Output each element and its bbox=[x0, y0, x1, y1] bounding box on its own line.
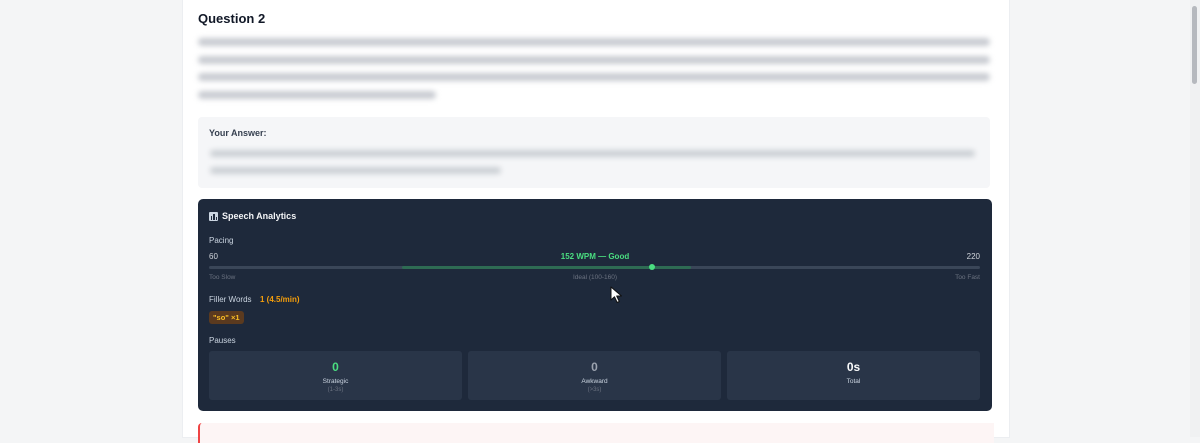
filler-words-count: 1 (4.5/min) bbox=[260, 295, 300, 304]
speech-analytics-title-text: Speech Analytics bbox=[222, 211, 297, 221]
pause-total-label: Total bbox=[846, 378, 861, 385]
question-title: Question 2 bbox=[198, 11, 266, 26]
scrollbar-thumb[interactable] bbox=[1192, 6, 1197, 84]
bar-chart-icon bbox=[209, 211, 218, 221]
pause-awkward-label: Awkward bbox=[581, 378, 608, 385]
pacing-marker bbox=[649, 264, 656, 270]
next-feedback-card bbox=[198, 423, 994, 443]
filler-word-chip: "so" ×1 bbox=[209, 311, 244, 324]
pacing-scale-too-fast: Too Fast bbox=[955, 274, 980, 281]
speech-analytics-title: Speech Analytics bbox=[209, 211, 296, 221]
question-card: Question 2 Your Answer: Speech Analytics… bbox=[183, 0, 1009, 443]
filler-words-label: Filler Words bbox=[209, 295, 252, 304]
pacing-scale-ideal: Ideal (100-160) bbox=[572, 274, 618, 281]
speech-analytics-panel: Speech Analytics Pacing 60 220 152 WPM —… bbox=[198, 199, 992, 411]
pause-total-box: 0s Total bbox=[727, 351, 980, 400]
pause-awkward-range: (>3s) bbox=[587, 387, 602, 393]
pause-awkward-box: 0 Awkward (>3s) bbox=[468, 351, 721, 400]
pause-strategic-value: 0 bbox=[332, 360, 339, 374]
pause-strategic-range: (1-3s) bbox=[327, 387, 344, 393]
pacing-value: 152 WPM — Good bbox=[560, 252, 630, 261]
page-scrollbar[interactable] bbox=[1190, 0, 1200, 437]
pause-strategic-label: Strategic bbox=[322, 378, 349, 385]
pause-strategic-box: 0 Strategic (1-3s) bbox=[209, 351, 462, 400]
answer-label: Your Answer: bbox=[209, 128, 267, 138]
mouse-cursor-icon bbox=[610, 286, 622, 303]
pause-total-value: 0s bbox=[846, 360, 861, 374]
pause-awkward-value: 0 bbox=[591, 360, 598, 374]
answer-box: Your Answer: bbox=[198, 117, 990, 188]
pauses-label: Pauses bbox=[209, 336, 236, 345]
pacing-ideal-zone bbox=[401, 266, 691, 269]
answer-text-redacted bbox=[210, 150, 975, 184]
pacing-label: Pacing bbox=[209, 236, 234, 245]
question-text-redacted bbox=[198, 38, 990, 108]
pacing-track bbox=[209, 264, 980, 270]
